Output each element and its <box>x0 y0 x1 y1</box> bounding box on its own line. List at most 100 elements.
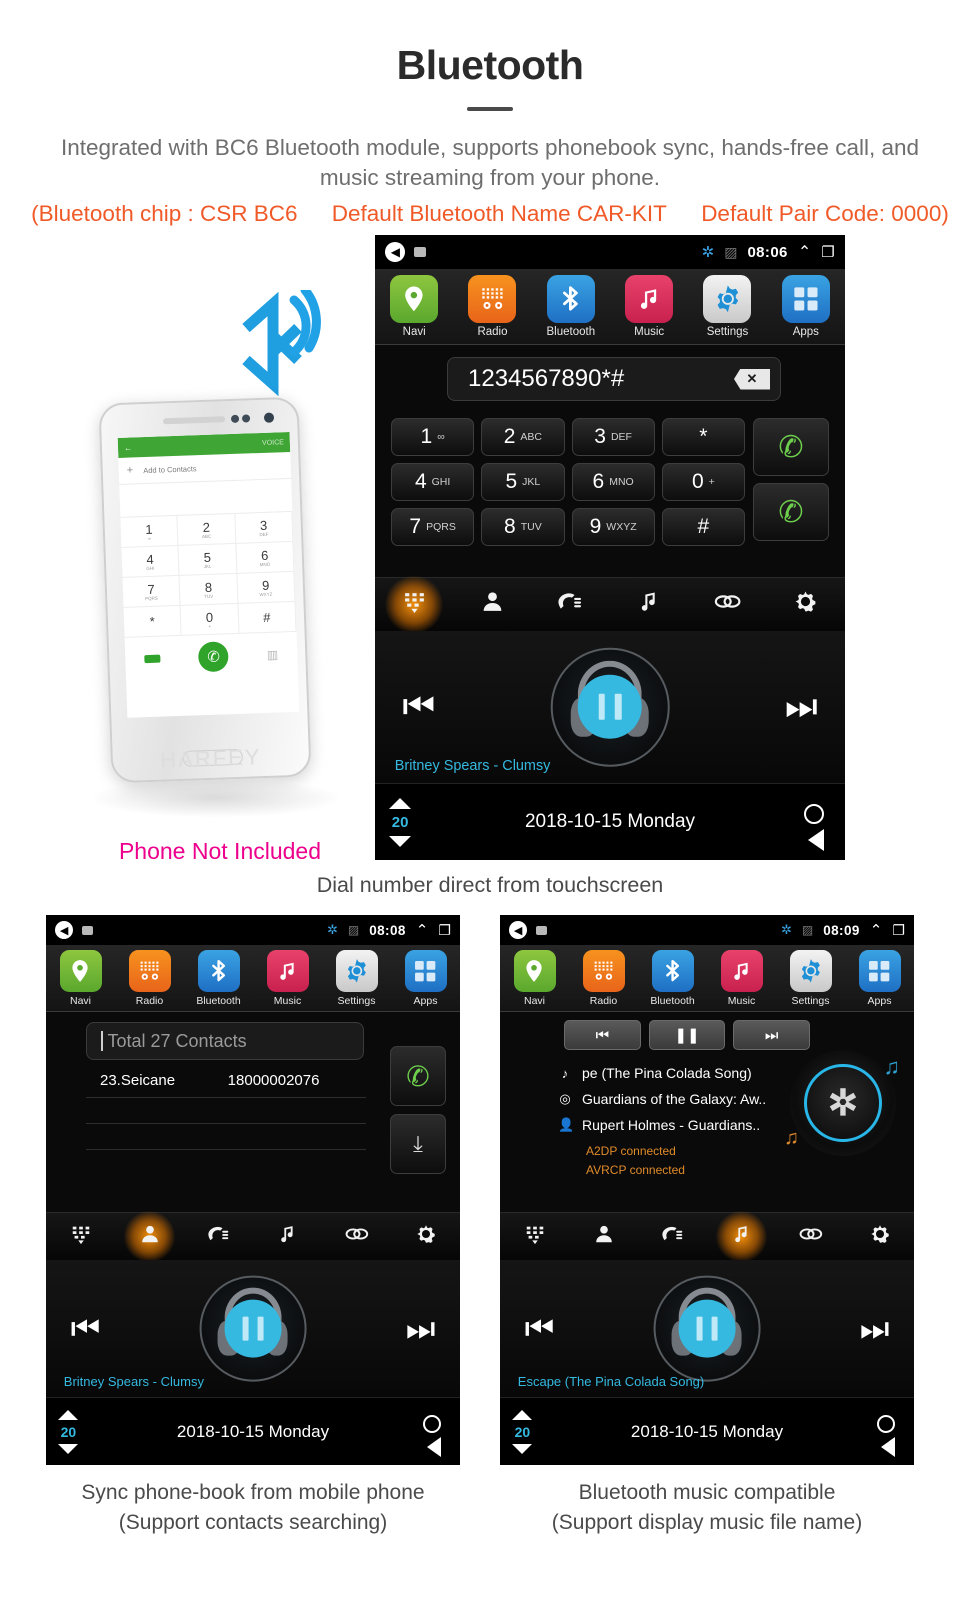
app-launcher-settings[interactable]: Settings <box>322 949 391 1011</box>
phone-key-2[interactable]: 2 ABC <box>177 513 237 546</box>
key-3[interactable]: 3 DEF <box>571 418 655 456</box>
key-0[interactable]: 0 + <box>661 463 745 501</box>
key-4[interactable]: 4 GHI <box>391 463 475 501</box>
music-player-strip[interactable]: ⏮ ⏭ Escape (The Pina Colada Song) <box>500 1260 914 1397</box>
app-launcher-navi[interactable]: Navi <box>46 949 115 1011</box>
back-triangle-icon[interactable] <box>881 1436 896 1457</box>
phone-key-4[interactable]: 4 GHI <box>121 545 180 578</box>
backspace-icon[interactable]: ✕ <box>734 368 770 390</box>
volume-control[interactable]: 20 <box>58 1398 79 1465</box>
previous-button[interactable]: ⏮ <box>564 1020 641 1050</box>
call-history-tab[interactable] <box>638 1213 707 1260</box>
radio-icon[interactable] <box>128 949 171 992</box>
phone-key-3[interactable]: 3 DEF <box>235 511 294 544</box>
recents-icon[interactable]: ❐ <box>892 922 905 939</box>
key-5[interactable]: 5 JKL <box>481 463 565 501</box>
app-launcher-music[interactable]: Music <box>610 274 688 344</box>
grid-apps-icon[interactable] <box>858 949 901 992</box>
phone-key-star[interactable]: * <box>123 605 182 638</box>
bt-function-toolbar[interactable] <box>375 575 845 634</box>
previous-track-icon[interactable]: ⏮ <box>402 686 435 729</box>
settings-tab[interactable] <box>391 1213 460 1260</box>
volume-down-icon[interactable] <box>389 835 412 847</box>
call-buttons[interactable]: ✆ ✆ <box>753 418 829 546</box>
answer-button[interactable]: ✆ <box>753 483 829 541</box>
grid-apps-icon[interactable] <box>404 949 447 992</box>
back-triangle-icon[interactable] <box>427 1436 442 1457</box>
player-disc[interactable] <box>199 1275 307 1382</box>
call-history-tab[interactable] <box>184 1213 253 1260</box>
app-launcher-apps[interactable]: Apps <box>767 274 845 344</box>
volume-up-icon[interactable] <box>389 797 412 809</box>
app-launcher-bluetooth[interactable]: Bluetooth <box>532 274 610 344</box>
location-pin-icon[interactable] <box>513 949 556 992</box>
app-launcher-radio[interactable]: Radio <box>569 949 638 1011</box>
volume-icon[interactable]: ◀ <box>509 921 528 939</box>
next-track-icon[interactable]: ⏭ <box>406 1309 436 1348</box>
grid-apps-icon[interactable] <box>781 274 830 323</box>
key-9[interactable]: 9 WXYZ <box>571 508 655 546</box>
keypad-keys[interactable]: 1 ∞ 2 ABC 3 DEF * 4 GHI 5 JKL 6 MNO 0 +7 PQRS 8 TUV 9 WXYZ # <box>391 418 745 546</box>
bt-function-toolbar[interactable] <box>46 1211 460 1262</box>
gear-icon[interactable] <box>789 949 832 992</box>
call-history-tab[interactable] <box>532 578 610 631</box>
volume-icon[interactable]: ◀ <box>55 921 74 939</box>
location-pin-icon[interactable] <box>390 274 439 323</box>
radio-icon[interactable] <box>582 949 625 992</box>
next-track-icon[interactable]: ⏭ <box>785 686 818 729</box>
keypad[interactable]: 1 ∞ 2 ABC 3 DEF * 4 GHI 5 JKL 6 MNO 0 +7 PQRS 8 TUV 9 WXYZ #… <box>391 418 829 546</box>
call-button[interactable]: ✆ <box>753 418 829 476</box>
play-pause-button[interactable] <box>678 1299 736 1358</box>
gear-icon[interactable] <box>703 274 752 323</box>
app-launcher-bluetooth[interactable]: Bluetooth <box>638 949 707 1011</box>
settings-tab[interactable] <box>767 578 845 631</box>
player-disc[interactable] <box>653 1275 761 1382</box>
music-note-icon[interactable] <box>266 949 309 992</box>
player-disc[interactable] <box>550 647 670 767</box>
link-tab[interactable] <box>776 1213 845 1260</box>
dialpad-tab[interactable] <box>46 1213 115 1260</box>
play-pause-button[interactable] <box>578 675 642 739</box>
volume-up-icon[interactable] <box>58 1409 79 1420</box>
bt-music-tab[interactable] <box>707 1211 776 1262</box>
volume-up-icon[interactable] <box>512 1409 533 1420</box>
download-contacts-icon[interactable]: ⤓ <box>390 1114 446 1174</box>
key-7[interactable]: 7 PQRS <box>391 508 475 546</box>
key-1[interactable]: 1 ∞ <box>391 418 475 456</box>
recents-icon[interactable]: ❐ <box>438 922 451 939</box>
phone-menu-icon[interactable]: ▥ <box>267 647 279 661</box>
music-player-strip[interactable]: ⏮ ⏭ Britney Spears - Clumsy <box>375 631 845 783</box>
bluetooth-icon[interactable] <box>651 949 694 992</box>
video-call-icon[interactable] <box>144 654 161 664</box>
key-6[interactable]: 6 MNO <box>571 463 655 501</box>
app-launcher-music[interactable]: Music <box>707 949 776 1011</box>
gear-icon[interactable] <box>335 949 378 992</box>
phone-key-5[interactable]: 5 JKL <box>178 543 238 576</box>
phone-keypad[interactable]: 1 ∞ 2 ABC 3 DEF 4 GHI 5 JKL 6 MNO 7 PQRS 8 TUV 9 WXYZ * 0 + # <box>120 511 297 638</box>
chevron-up-icon[interactable]: ⌃ <box>870 921 883 939</box>
volume-control[interactable]: 20 <box>512 1398 533 1465</box>
recents-icon[interactable]: ❐ <box>821 243 834 261</box>
volume-down-icon[interactable] <box>512 1443 533 1454</box>
call-button[interactable]: ✆ <box>390 1046 446 1106</box>
volume-control[interactable]: 20 <box>389 784 412 860</box>
app-launcher-bar[interactable]: Navi Radio Bluetooth Music Settings Apps <box>46 945 460 1012</box>
music-note-icon[interactable] <box>720 949 763 992</box>
phone-key-0[interactable]: 0 + <box>180 603 240 636</box>
phone-key-8[interactable]: 8 TUV <box>179 573 239 606</box>
next-button[interactable]: ⏭ <box>733 1020 811 1050</box>
key-hash[interactable]: # <box>661 508 745 546</box>
bt-function-toolbar[interactable] <box>500 1211 914 1262</box>
previous-track-icon[interactable]: ⏮ <box>71 1309 101 1348</box>
chevron-up-icon[interactable]: ⌃ <box>416 921 429 939</box>
contact-row[interactable]: 23.Seicane 18000002076 <box>86 1070 366 1098</box>
app-launcher-music[interactable]: Music <box>253 949 322 1011</box>
contacts-search-input[interactable]: Total 27 Contacts <box>86 1022 364 1060</box>
key-8[interactable]: 8 TUV <box>481 508 565 546</box>
volume-icon[interactable]: ◀ <box>385 242 406 262</box>
next-track-icon[interactable]: ⏭ <box>860 1309 890 1348</box>
app-launcher-radio[interactable]: Radio <box>115 949 184 1011</box>
system-bottom-bar[interactable]: 20 2018-10-15 Monday <box>46 1397 460 1465</box>
phone-key-7[interactable]: 7 PQRS <box>122 575 181 608</box>
phone-call-button[interactable]: ✆ <box>198 641 230 673</box>
